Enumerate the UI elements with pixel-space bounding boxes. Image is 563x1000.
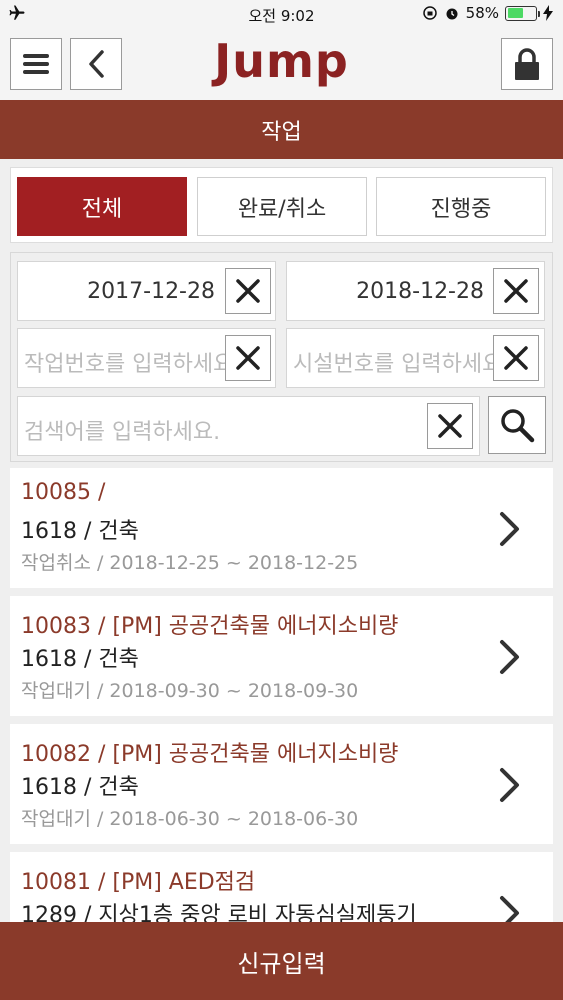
- job-list-item[interactable]: 10082 / [PM] 공공건축물 에너지소비량 1618 / 건축 작업대기…: [10, 724, 553, 844]
- tab-completed-canceled[interactable]: 완료/취소: [197, 177, 367, 236]
- job-facility: 1618 / 건축: [21, 647, 139, 672]
- job-title: 10082 / [PM] 공공건축물 에너지소비량: [21, 742, 399, 767]
- clear-job-number-button[interactable]: [225, 335, 271, 381]
- tab-in-progress[interactable]: 진행중: [376, 177, 546, 236]
- section-title: 작업: [0, 100, 563, 159]
- search-button[interactable]: [488, 396, 546, 454]
- start-date-value: 2017-12-28: [87, 279, 215, 304]
- status-right-group: 58%: [422, 4, 553, 22]
- clear-start-date-button[interactable]: [225, 268, 271, 314]
- job-status-date: 작업취소 / 2018-12-25 ~ 2018-12-25: [21, 552, 359, 574]
- tab-all[interactable]: 전체: [17, 177, 187, 236]
- clear-facility-number-button[interactable]: [493, 335, 539, 381]
- keyword-placeholder: 검색어를 입력하세요.: [24, 420, 221, 445]
- job-number-placeholder: 작업번호를 입력하세요.: [24, 352, 241, 377]
- job-status-date: 작업대기 / 2018-09-30 ~ 2018-09-30: [21, 680, 359, 702]
- filter-tabs: 전체 완료/취소 진행중: [10, 167, 553, 243]
- charging-bolt-icon: [543, 5, 553, 21]
- status-bar: 오전 9:02 58%: [0, 0, 563, 28]
- chevron-right-icon: [500, 768, 519, 802]
- close-icon: [504, 279, 528, 303]
- alarm-icon: [446, 8, 458, 20]
- clear-end-date-button[interactable]: [493, 268, 539, 314]
- close-icon: [236, 346, 260, 370]
- keyword-search-input[interactable]: 검색어를 입력하세요.: [17, 396, 480, 456]
- job-title: 10081 / [PM] AED점검: [21, 870, 256, 895]
- orientation-lock-icon: [422, 6, 437, 20]
- battery-icon: [505, 5, 540, 21]
- end-date-value: 2018-12-28: [356, 279, 484, 304]
- lock-icon: [515, 48, 539, 80]
- search-icon: [501, 409, 535, 443]
- facility-number-placeholder: 시설번호를 입력하세요.: [293, 352, 510, 377]
- chevron-right-icon: [500, 640, 519, 674]
- job-title: 10085 /: [21, 480, 106, 505]
- close-icon: [504, 346, 528, 370]
- job-title: 10083 / [PM] 공공건축물 에너지소비량: [21, 614, 399, 639]
- search-filters: 2017-12-28 2018-12-28 작업번호를 입력하세요. 시설번호를…: [10, 252, 553, 462]
- close-icon: [438, 414, 462, 438]
- clear-keyword-button[interactable]: [427, 403, 473, 449]
- job-status-date: 작업대기 / 2018-06-30 ~ 2018-06-30: [21, 808, 359, 830]
- battery-level: [507, 8, 524, 18]
- job-list-item[interactable]: 10085 / 1618 / 건축 작업취소 / 2018-12-25 ~ 20…: [10, 468, 553, 588]
- battery-percent: 58%: [465, 4, 499, 22]
- app-top-bar: Jump: [0, 28, 563, 100]
- close-icon: [236, 279, 260, 303]
- app-logo: Jump: [214, 34, 349, 88]
- job-facility: 1618 / 건축: [21, 775, 139, 800]
- job-list-item[interactable]: 10083 / [PM] 공공건축물 에너지소비량 1618 / 건축 작업대기…: [10, 596, 553, 716]
- lock-button[interactable]: [501, 38, 553, 90]
- chevron-right-icon: [500, 512, 519, 546]
- job-facility: 1618 / 건축: [21, 519, 139, 544]
- new-entry-button[interactable]: 신규입력: [0, 922, 563, 1000]
